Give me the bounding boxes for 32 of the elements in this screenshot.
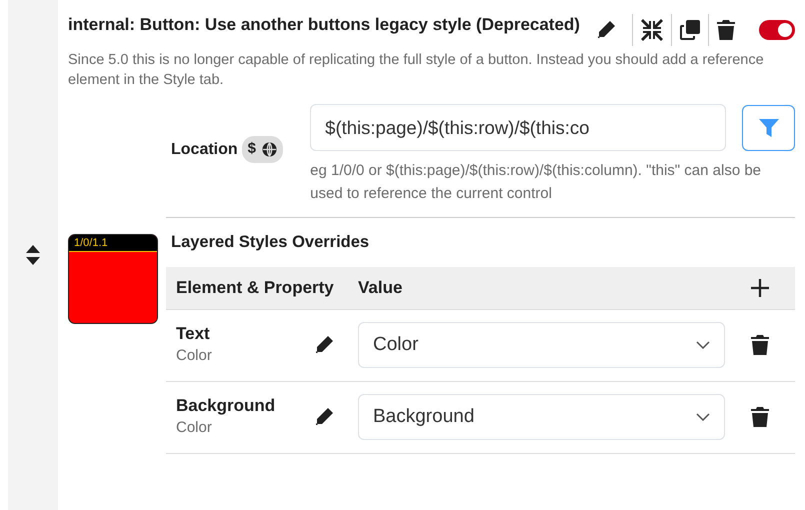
column-header: Value bbox=[358, 278, 402, 297]
add-icon[interactable] bbox=[751, 278, 769, 297]
chevron-down-icon bbox=[696, 341, 710, 350]
chevron-down-icon bbox=[696, 413, 710, 422]
variable-badge[interactable]: $ bbox=[242, 136, 284, 163]
value-select[interactable]: Color bbox=[358, 322, 725, 368]
filter-button[interactable] bbox=[742, 104, 795, 150]
filter-icon bbox=[758, 118, 778, 136]
delete-icon[interactable] bbox=[717, 20, 735, 40]
location-label: Location bbox=[171, 140, 238, 160]
value-select[interactable]: Background bbox=[358, 394, 725, 440]
element-name: Text bbox=[176, 323, 211, 345]
help-text: eg 1/0/0 or $(this:page)/$(this:row)/$(this:column). "this" can also be used to reference the current control bbox=[310, 161, 762, 204]
sort-icon[interactable] bbox=[26, 245, 40, 265]
property-name: Color bbox=[176, 418, 213, 438]
enable-toggle[interactable] bbox=[759, 20, 795, 40]
preview-label: 1/0/1.1 bbox=[69, 234, 157, 252]
edit-icon[interactable] bbox=[314, 335, 334, 356]
delete-icon[interactable] bbox=[751, 335, 769, 356]
description-text: Since 5.0 this is no longer capable of replicating the full style of a button. Instead you should add a reference element in the Style tab. bbox=[68, 51, 765, 90]
control-title: internal: Button: Use another buttons legacy style (Deprecated) bbox=[68, 14, 581, 36]
section-title: Layered Styles Overrides bbox=[170, 232, 370, 253]
globe-icon bbox=[262, 142, 278, 157]
delete-icon[interactable] bbox=[751, 407, 769, 428]
column-header: Element & Property bbox=[175, 277, 335, 299]
collapse-icon[interactable] bbox=[641, 19, 663, 41]
edit-icon[interactable] bbox=[314, 407, 334, 428]
location-field[interactable]: $(this:page)/$(this:row)/$(this:co bbox=[310, 104, 726, 151]
element-name: Background bbox=[176, 395, 276, 417]
edit-icon[interactable] bbox=[596, 20, 616, 40]
property-name: Color bbox=[176, 346, 212, 366]
copy-icon[interactable] bbox=[680, 20, 700, 40]
